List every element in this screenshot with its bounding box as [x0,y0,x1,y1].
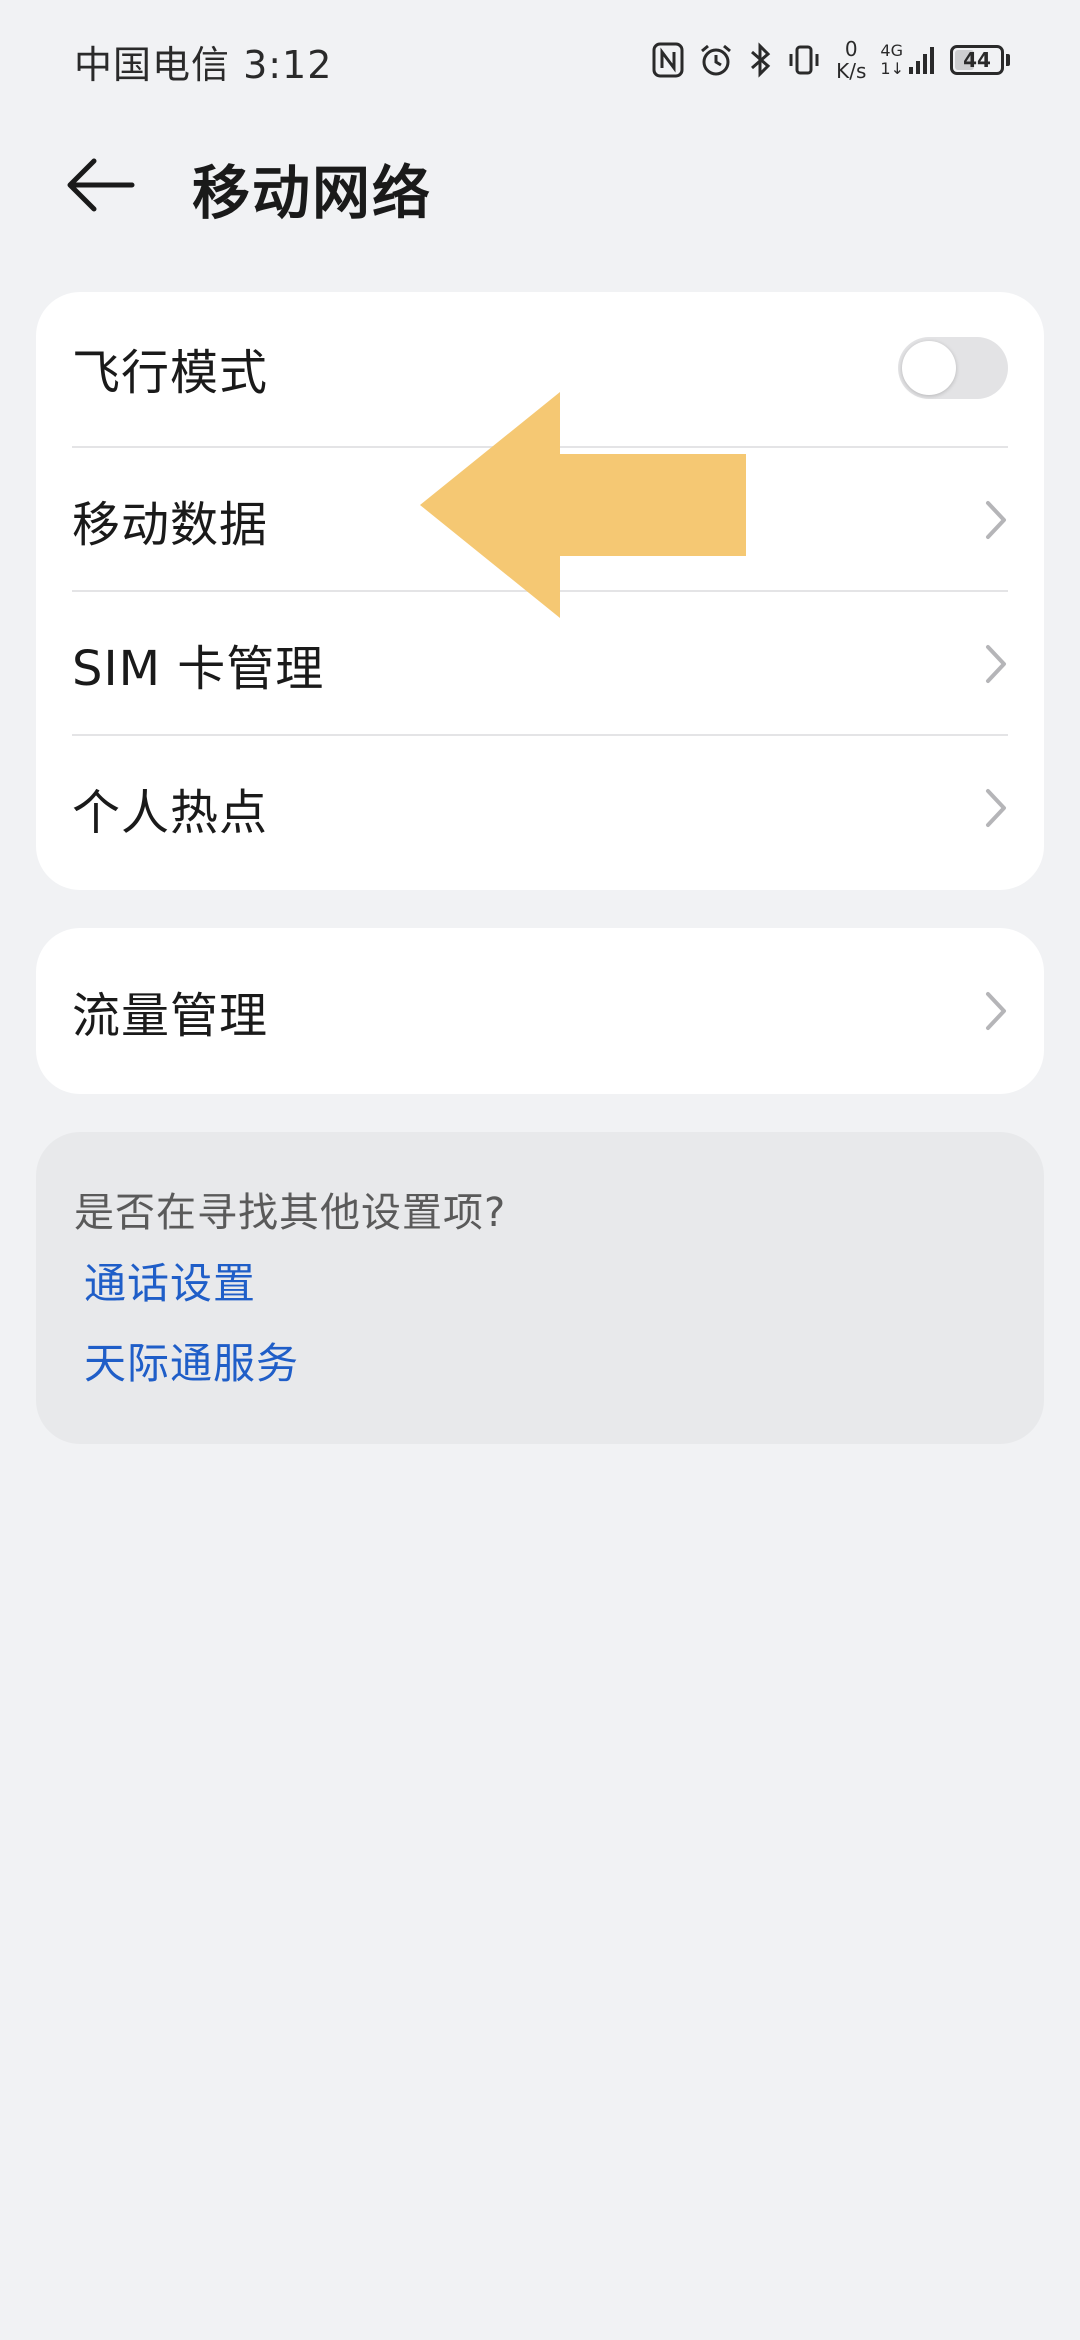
battery-body: 44 [950,45,1004,75]
suggestion-card: 是否在寻找其他设置项? 通话设置 天际通服务 [36,1132,1044,1444]
suggestion-title: 是否在寻找其他设置项? [74,1190,507,1236]
call-settings-link[interactable]: 通话设置 [84,1250,256,1311]
battery-cap [1006,54,1010,66]
page-title: 移动网络 [192,159,433,227]
mobile-data-label: 移动数据 [72,497,269,553]
traffic-management-row[interactable]: 流量管理 [72,939,1008,1083]
net-speed-unit: K/s [836,59,867,83]
arrow-left-icon [64,155,136,219]
hotspot-row[interactable]: 个人热点 [72,736,1008,880]
signal-icon: 4G 1↓ [880,42,936,78]
battery-level: 44 [963,48,991,72]
airplane-mode-toggle[interactable] [898,337,1008,399]
chevron-right-icon [984,499,1008,541]
alarm-icon [698,42,734,78]
chevron-right-icon [984,643,1008,685]
status-icons: 0 K/s 4G 1↓ 44 [652,30,1010,90]
battery-icon: 44 [950,45,1010,75]
status-bar: 中国电信 3:12 0 K/s 4G 1↓ 44 [0,0,1080,120]
data-activity: 1↓ [880,59,904,78]
airplane-mode-label: 飞行模式 [72,345,269,401]
nfc-icon [652,42,684,78]
chevron-right-icon [984,990,1008,1032]
sim-management-label: SIM 卡管理 [72,641,325,697]
annotation-arrow-icon [420,392,750,618]
settings-group-traffic: 流量管理 [36,928,1044,1094]
net-speed: 0 K/s [836,38,866,82]
header: 移动网络 [0,120,1080,250]
chevron-right-icon [984,787,1008,829]
traffic-management-label: 流量管理 [72,988,269,1044]
screen: 中国电信 3:12 0 K/s 4G 1↓ 44 移动网络 飞行模式 移动数据 … [0,0,1080,2340]
vibrate-icon [786,42,822,78]
tianjitong-service-link[interactable]: 天际通服务 [84,1330,299,1391]
bluetooth-icon [748,42,772,78]
hotspot-label: 个人热点 [72,785,269,841]
signal-label: 4G 1↓ [880,42,904,78]
network-type: 4G [880,41,903,60]
net-speed-value: 0 [844,37,858,61]
toggle-knob [902,341,956,395]
carrier-time: 中国电信 3:12 [74,43,333,87]
back-button[interactable] [64,142,174,232]
